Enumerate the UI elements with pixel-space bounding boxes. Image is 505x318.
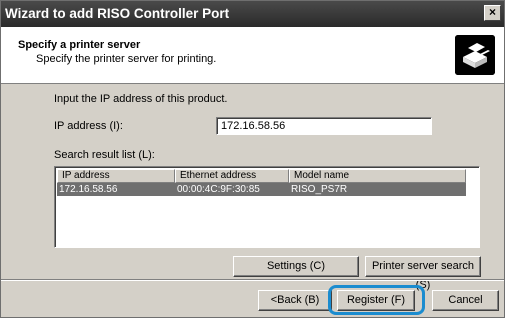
settings-button[interactable]: Settings (C) xyxy=(233,256,359,277)
search-result-list[interactable]: IP address Ethernet address Model name 1… xyxy=(54,166,480,248)
intro-text: Input the IP address of this product. xyxy=(54,93,228,105)
printer-network-icon xyxy=(455,35,495,75)
footer-divider xyxy=(1,279,504,281)
row-ip: 172.16.58.56 xyxy=(59,184,118,195)
list-row[interactable]: 172.16.58.56 00:00:4C:9F:30:85 RISO_PS7R xyxy=(57,183,466,196)
cancel-button[interactable]: Cancel xyxy=(432,290,499,311)
register-button-highlight xyxy=(328,285,425,315)
close-button[interactable]: × xyxy=(484,5,501,21)
header-subtitle: Specify the printer server for printing. xyxy=(36,53,217,65)
list-header: IP address Ethernet address Model name xyxy=(57,169,466,183)
window-title: Wizard to add RISO Controller Port xyxy=(5,6,230,21)
row-ethernet: 00:00:4C:9F:30:85 xyxy=(177,184,260,195)
back-button[interactable]: <Back (B) xyxy=(258,290,332,311)
ip-address-input[interactable]: 172.16.58.56 xyxy=(216,117,432,135)
column-header-ip[interactable]: IP address xyxy=(57,169,175,183)
printer-server-search-button[interactable]: Printer server search (S) xyxy=(365,256,481,291)
wizard-window: Wizard to add RISO Controller Port × Spe… xyxy=(0,0,505,318)
ip-address-label: IP address (I): xyxy=(54,120,123,132)
column-header-model[interactable]: Model name xyxy=(289,169,466,183)
title-bar: Wizard to add RISO Controller Port × xyxy=(1,1,504,27)
wizard-header: Specify a printer server Specify the pri… xyxy=(1,27,504,84)
search-result-label: Search result list (L): xyxy=(54,149,155,161)
row-model: RISO_PS7R xyxy=(291,184,348,195)
column-header-ethernet[interactable]: Ethernet address xyxy=(175,169,289,183)
header-title: Specify a printer server xyxy=(18,39,141,51)
